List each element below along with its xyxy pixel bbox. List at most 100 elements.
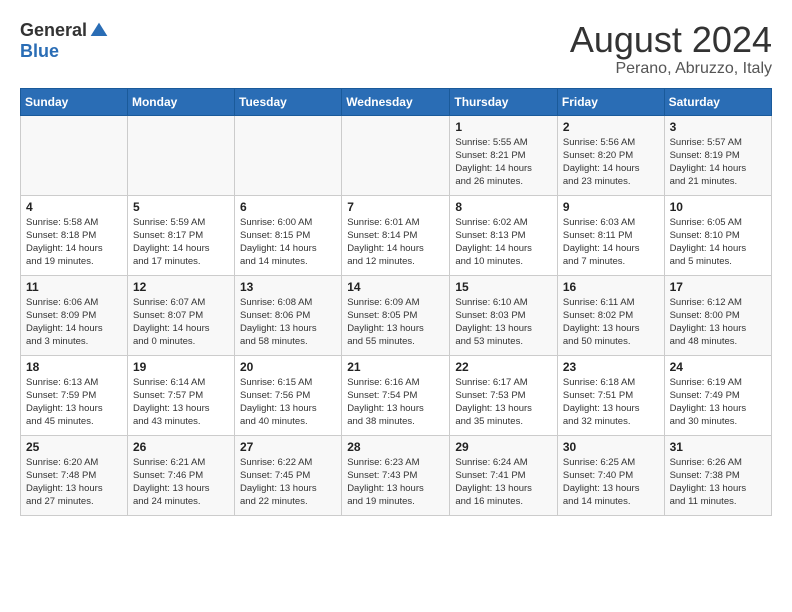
- day-number: 25: [26, 440, 122, 454]
- calendar-cell: 8 Sunrise: 6:02 AMSunset: 8:13 PMDaylight…: [450, 195, 558, 275]
- day-info: Sunrise: 6:21 AMSunset: 7:46 PMDaylight:…: [133, 456, 229, 509]
- day-info: Sunrise: 6:08 AMSunset: 8:06 PMDaylight:…: [240, 296, 336, 349]
- day-info: Sunrise: 6:00 AMSunset: 8:15 PMDaylight:…: [240, 216, 336, 269]
- day-info: Sunrise: 5:59 AMSunset: 8:17 PMDaylight:…: [133, 216, 229, 269]
- calendar-cell: 29 Sunrise: 6:24 AMSunset: 7:41 PMDayligh…: [450, 435, 558, 515]
- day-info: Sunrise: 6:12 AMSunset: 8:00 PMDaylight:…: [670, 296, 766, 349]
- calendar-cell: 9 Sunrise: 6:03 AMSunset: 8:11 PMDaylight…: [557, 195, 664, 275]
- day-info: Sunrise: 6:05 AMSunset: 8:10 PMDaylight:…: [670, 216, 766, 269]
- calendar-week-row: 4 Sunrise: 5:58 AMSunset: 8:18 PMDaylight…: [21, 195, 772, 275]
- calendar-cell: 21 Sunrise: 6:16 AMSunset: 7:54 PMDayligh…: [342, 355, 450, 435]
- calendar-cell: [342, 115, 450, 195]
- calendar-cell: 5 Sunrise: 5:59 AMSunset: 8:17 PMDaylight…: [127, 195, 234, 275]
- calendar-cell: 23Sunrise: 6:18 AMSunset: 7:51 PMDayligh…: [557, 355, 664, 435]
- day-number: 15: [455, 280, 552, 294]
- calendar-day-header: Tuesday: [235, 88, 342, 115]
- calendar-cell: 10Sunrise: 6:05 AMSunset: 8:10 PMDayligh…: [664, 195, 771, 275]
- day-number: 8: [455, 200, 552, 214]
- calendar-cell: 6 Sunrise: 6:00 AMSunset: 8:15 PMDaylight…: [235, 195, 342, 275]
- calendar-header-row: SundayMondayTuesdayWednesdayThursdayFrid…: [21, 88, 772, 115]
- calendar-cell: 20 Sunrise: 6:15 AMSunset: 7:56 PMDayligh…: [235, 355, 342, 435]
- calendar-cell: 19 Sunrise: 6:14 AMSunset: 7:57 PMDayligh…: [127, 355, 234, 435]
- calendar-cell: 7Sunrise: 6:01 AMSunset: 8:14 PMDaylight…: [342, 195, 450, 275]
- title-section: August 2024 Perano, Abruzzo, Italy: [570, 20, 772, 78]
- day-info: Sunrise: 6:26 AMSunset: 7:38 PMDaylight:…: [670, 456, 766, 509]
- day-number: 21: [347, 360, 444, 374]
- day-info: Sunrise: 6:09 AMSunset: 8:05 PMDaylight:…: [347, 296, 444, 349]
- calendar-cell: 3 Sunrise: 5:57 AMSunset: 8:19 PMDaylight…: [664, 115, 771, 195]
- day-number: 17: [670, 280, 766, 294]
- day-number: 30: [563, 440, 659, 454]
- day-info: Sunrise: 5:58 AMSunset: 8:18 PMDaylight:…: [26, 216, 122, 269]
- calendar-week-row: 11Sunrise: 6:06 AMSunset: 8:09 PMDayligh…: [21, 275, 772, 355]
- calendar-cell: 2 Sunrise: 5:56 AMSunset: 8:20 PMDaylight…: [557, 115, 664, 195]
- calendar-cell: 18Sunrise: 6:13 AMSunset: 7:59 PMDayligh…: [21, 355, 128, 435]
- day-info: Sunrise: 6:03 AMSunset: 8:11 PMDaylight:…: [563, 216, 659, 269]
- calendar-cell: [21, 115, 128, 195]
- day-number: 3: [670, 120, 766, 134]
- calendar-day-header: Friday: [557, 88, 664, 115]
- day-info: Sunrise: 6:06 AMSunset: 8:09 PMDaylight:…: [26, 296, 122, 349]
- day-number: 2: [563, 120, 659, 134]
- day-info: Sunrise: 6:17 AMSunset: 7:53 PMDaylight:…: [455, 376, 552, 429]
- day-number: 9: [563, 200, 659, 214]
- calendar-week-row: 18Sunrise: 6:13 AMSunset: 7:59 PMDayligh…: [21, 355, 772, 435]
- calendar-cell: 30Sunrise: 6:25 AMSunset: 7:40 PMDayligh…: [557, 435, 664, 515]
- calendar-week-row: 1 Sunrise: 5:55 AMSunset: 8:21 PMDaylight…: [21, 115, 772, 195]
- day-info: Sunrise: 5:57 AMSunset: 8:19 PMDaylight:…: [670, 136, 766, 189]
- calendar-cell: [127, 115, 234, 195]
- calendar-day-header: Wednesday: [342, 88, 450, 115]
- calendar-cell: 24Sunrise: 6:19 AMSunset: 7:49 PMDayligh…: [664, 355, 771, 435]
- calendar-cell: 15 Sunrise: 6:10 AMSunset: 8:03 PMDayligh…: [450, 275, 558, 355]
- day-number: 13: [240, 280, 336, 294]
- calendar-day-header: Sunday: [21, 88, 128, 115]
- calendar-cell: 28Sunrise: 6:23 AMSunset: 7:43 PMDayligh…: [342, 435, 450, 515]
- calendar-cell: 1 Sunrise: 5:55 AMSunset: 8:21 PMDaylight…: [450, 115, 558, 195]
- calendar-cell: 31Sunrise: 6:26 AMSunset: 7:38 PMDayligh…: [664, 435, 771, 515]
- calendar-cell: 17 Sunrise: 6:12 AMSunset: 8:00 PMDayligh…: [664, 275, 771, 355]
- day-info: Sunrise: 6:11 AMSunset: 8:02 PMDaylight:…: [563, 296, 659, 349]
- day-info: Sunrise: 6:24 AMSunset: 7:41 PMDaylight:…: [455, 456, 552, 509]
- day-info: Sunrise: 6:15 AMSunset: 7:56 PMDaylight:…: [240, 376, 336, 429]
- day-number: 20: [240, 360, 336, 374]
- day-number: 24: [670, 360, 766, 374]
- day-number: 28: [347, 440, 444, 454]
- day-info: Sunrise: 6:20 AMSunset: 7:48 PMDaylight:…: [26, 456, 122, 509]
- calendar-cell: 27Sunrise: 6:22 AMSunset: 7:45 PMDayligh…: [235, 435, 342, 515]
- calendar-cell: 13 Sunrise: 6:08 AMSunset: 8:06 PMDayligh…: [235, 275, 342, 355]
- day-info: Sunrise: 6:07 AMSunset: 8:07 PMDaylight:…: [133, 296, 229, 349]
- calendar-cell: 4 Sunrise: 5:58 AMSunset: 8:18 PMDaylight…: [21, 195, 128, 275]
- day-number: 22: [455, 360, 552, 374]
- day-number: 18: [26, 360, 122, 374]
- calendar-cell: 11Sunrise: 6:06 AMSunset: 8:09 PMDayligh…: [21, 275, 128, 355]
- day-number: 6: [240, 200, 336, 214]
- calendar-table: SundayMondayTuesdayWednesdayThursdayFrid…: [20, 88, 772, 516]
- month-year-title: August 2024: [570, 20, 772, 60]
- day-number: 12: [133, 280, 229, 294]
- day-info: Sunrise: 5:56 AMSunset: 8:20 PMDaylight:…: [563, 136, 659, 189]
- logo: General Blue: [20, 20, 109, 62]
- day-info: Sunrise: 6:18 AMSunset: 7:51 PMDaylight:…: [563, 376, 659, 429]
- calendar-cell: 26Sunrise: 6:21 AMSunset: 7:46 PMDayligh…: [127, 435, 234, 515]
- day-number: 5: [133, 200, 229, 214]
- day-info: Sunrise: 6:10 AMSunset: 8:03 PMDaylight:…: [455, 296, 552, 349]
- day-number: 7: [347, 200, 444, 214]
- day-number: 4: [26, 200, 122, 214]
- day-number: 29: [455, 440, 552, 454]
- logo-icon: [89, 21, 109, 41]
- calendar-cell: 12 Sunrise: 6:07 AMSunset: 8:07 PMDayligh…: [127, 275, 234, 355]
- day-number: 1: [455, 120, 552, 134]
- day-info: Sunrise: 6:14 AMSunset: 7:57 PMDaylight:…: [133, 376, 229, 429]
- day-info: Sunrise: 6:16 AMSunset: 7:54 PMDaylight:…: [347, 376, 444, 429]
- day-number: 27: [240, 440, 336, 454]
- calendar-day-header: Monday: [127, 88, 234, 115]
- logo-general-text: General: [20, 20, 87, 41]
- day-info: Sunrise: 6:02 AMSunset: 8:13 PMDaylight:…: [455, 216, 552, 269]
- day-info: Sunrise: 5:55 AMSunset: 8:21 PMDaylight:…: [455, 136, 552, 189]
- calendar-cell: 16Sunrise: 6:11 AMSunset: 8:02 PMDayligh…: [557, 275, 664, 355]
- calendar-cell: 14 Sunrise: 6:09 AMSunset: 8:05 PMDayligh…: [342, 275, 450, 355]
- day-number: 14: [347, 280, 444, 294]
- calendar-week-row: 25 Sunrise: 6:20 AMSunset: 7:48 PMDayligh…: [21, 435, 772, 515]
- day-number: 19: [133, 360, 229, 374]
- calendar-cell: [235, 115, 342, 195]
